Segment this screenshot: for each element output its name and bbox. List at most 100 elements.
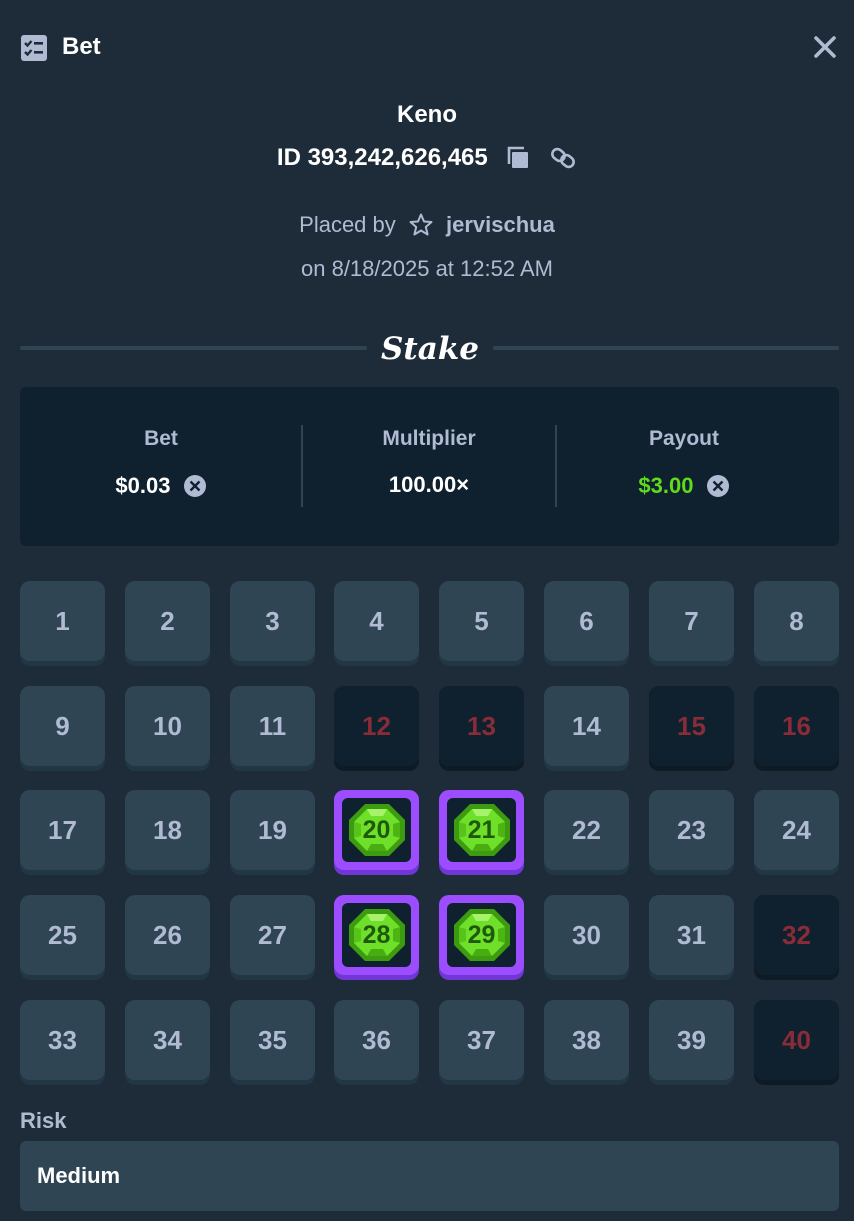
tile-face: 2: [125, 581, 210, 661]
keno-tile-36[interactable]: 36: [334, 1000, 419, 1085]
tile-face: 24: [754, 790, 839, 870]
keno-tile-7[interactable]: 7: [649, 581, 734, 666]
tile-number: 14: [572, 710, 601, 741]
multiplier-value: 100.00×: [388, 472, 470, 497]
tile-face: 30: [544, 895, 629, 975]
divider-left: [20, 346, 367, 350]
multiplier-column: Multiplier 100.00×: [303, 387, 555, 546]
keno-tile-10[interactable]: 10: [125, 686, 210, 771]
keno-tile-4[interactable]: 4: [334, 581, 419, 666]
tile-number: 13: [467, 710, 496, 741]
keno-tile-16[interactable]: 16: [754, 686, 839, 771]
risk-value: Medium: [37, 1163, 121, 1188]
keno-tile-9[interactable]: 9: [20, 686, 105, 771]
keno-tile-18[interactable]: 18: [125, 790, 210, 875]
modal-header: Bet: [20, 30, 838, 64]
tile-number: 35: [258, 1024, 287, 1055]
keno-tile-26[interactable]: 26: [125, 895, 210, 980]
keno-tile-8[interactable]: 8: [754, 581, 839, 666]
tile-face: 31: [649, 895, 734, 975]
tile-face: 4: [334, 581, 419, 661]
tile-face: 38: [544, 1000, 629, 1080]
stake-logo: Stake: [381, 331, 479, 367]
tile-face: 28: [334, 895, 419, 975]
multiplier-label: Multiplier: [382, 427, 476, 450]
link-icon[interactable]: [549, 144, 577, 172]
tile-face: 1: [20, 581, 105, 661]
keno-tile-31[interactable]: 31: [649, 895, 734, 980]
tile-face: 7: [649, 581, 734, 661]
tile-face: 20: [334, 790, 419, 870]
keno-tile-33[interactable]: 33: [20, 1000, 105, 1085]
bet-slip-icon: [21, 35, 47, 61]
tile-face: 10: [125, 686, 210, 766]
placed-by-row: Placed by jervischua: [0, 211, 854, 238]
placed-by-label: Placed by: [299, 212, 396, 238]
tile-number: 2: [160, 605, 175, 636]
tile-face: 36: [334, 1000, 419, 1080]
keno-tile-35[interactable]: 35: [230, 1000, 315, 1085]
currency-icon: [706, 475, 729, 498]
tile-number: 33: [48, 1024, 77, 1055]
keno-tile-15[interactable]: 15: [649, 686, 734, 771]
keno-tile-34[interactable]: 34: [125, 1000, 210, 1085]
tile-number: 28: [362, 920, 391, 949]
tile-face: 35: [230, 1000, 315, 1080]
keno-tile-17[interactable]: 17: [20, 790, 105, 875]
tile-face: 15: [649, 686, 734, 766]
tile-number: 40: [782, 1024, 811, 1055]
keno-tile-19[interactable]: 19: [230, 790, 315, 875]
tile-number: 10: [153, 710, 182, 741]
keno-tile-21[interactable]: 21: [439, 790, 524, 875]
gem-frame: 20: [342, 798, 411, 862]
copy-icon[interactable]: [504, 144, 532, 172]
tile-number: 23: [677, 814, 706, 845]
tile-face: 21: [439, 790, 524, 870]
payout-amount: $3.00: [557, 472, 811, 499]
tile-face: 39: [649, 1000, 734, 1080]
keno-tile-39[interactable]: 39: [649, 1000, 734, 1085]
tile-number: 39: [677, 1024, 706, 1055]
keno-tile-28[interactable]: 28: [334, 895, 419, 980]
keno-tile-30[interactable]: 30: [544, 895, 629, 980]
keno-tile-25[interactable]: 25: [20, 895, 105, 980]
keno-tile-23[interactable]: 23: [649, 790, 734, 875]
divider-right: [493, 346, 839, 350]
keno-tile-20[interactable]: 20: [334, 790, 419, 875]
tile-face: 16: [754, 686, 839, 766]
tile-number: 38: [572, 1024, 601, 1055]
keno-tile-5[interactable]: 5: [439, 581, 524, 666]
keno-tile-38[interactable]: 38: [544, 1000, 629, 1085]
keno-tile-12[interactable]: 12: [334, 686, 419, 771]
keno-tile-29[interactable]: 29: [439, 895, 524, 980]
tile-number: 17: [48, 814, 77, 845]
tile-face: 29: [439, 895, 524, 975]
payout-column: Payout $3.00: [557, 387, 811, 546]
keno-tile-6[interactable]: 6: [544, 581, 629, 666]
keno-tile-14[interactable]: 14: [544, 686, 629, 771]
keno-tile-2[interactable]: 2: [125, 581, 210, 666]
keno-tile-3[interactable]: 3: [230, 581, 315, 666]
tile-face: 25: [20, 895, 105, 975]
tile-face: 18: [125, 790, 210, 870]
keno-tile-27[interactable]: 27: [230, 895, 315, 980]
risk-select[interactable]: Medium: [20, 1141, 839, 1211]
keno-tile-22[interactable]: 22: [544, 790, 629, 875]
tile-number: 36: [362, 1024, 391, 1055]
close-icon[interactable]: [812, 34, 838, 60]
keno-tile-11[interactable]: 11: [230, 686, 315, 771]
bet-label: Bet: [144, 427, 178, 450]
tile-face: 11: [230, 686, 315, 766]
bet-id-row: ID 393,242,626,465: [0, 143, 854, 172]
keno-tile-24[interactable]: 24: [754, 790, 839, 875]
username-link[interactable]: jervischua: [446, 212, 555, 238]
keno-tile-37[interactable]: 37: [439, 1000, 524, 1085]
keno-tile-13[interactable]: 13: [439, 686, 524, 771]
tile-face: 5: [439, 581, 524, 661]
risk-label: Risk: [20, 1108, 67, 1133]
keno-tile-40[interactable]: 40: [754, 1000, 839, 1085]
tile-face: 17: [20, 790, 105, 870]
keno-tile-1[interactable]: 1: [20, 581, 105, 666]
keno-tile-32[interactable]: 32: [754, 895, 839, 980]
tile-number: 6: [579, 605, 594, 636]
